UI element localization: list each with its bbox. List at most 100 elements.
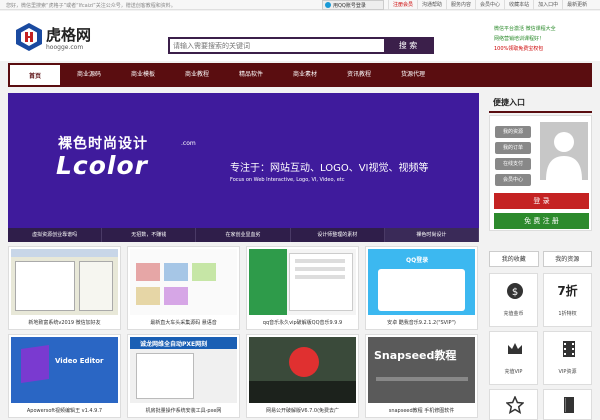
- product-thumbnail: [130, 249, 237, 315]
- promo-link-3[interactable]: 100%领取免费宝权包: [494, 44, 598, 54]
- login-button[interactable]: 登 录: [494, 193, 589, 209]
- nav-item-tutorials[interactable]: 商业教程: [170, 63, 224, 87]
- top-link-services[interactable]: 服务内容: [446, 0, 475, 10]
- sidebar-title: 便捷入口: [489, 93, 592, 113]
- banner-tab-5[interactable]: 裸色时尚设计: [384, 228, 480, 242]
- feature-recharge-vip[interactable]: 充值VIP: [489, 331, 538, 385]
- avatar: [540, 122, 588, 180]
- banner-slogan: 专注于：网站互动、LOGO、VI视觉、视频等: [230, 163, 429, 174]
- top-bar: 您好，微信里搜索“虎格子”或者“lfcaizi”关注公众号，赠送创客教程和资料。…: [0, 0, 600, 10]
- nav-item-materials[interactable]: 商业素材: [278, 63, 332, 87]
- logo-mark-icon: [16, 23, 42, 51]
- product-card[interactable]: Snapseed教程 snapseed教程 手机修图软件: [365, 334, 478, 418]
- star-icon: [506, 396, 524, 414]
- product-title[interactable]: 网易公开破解版V6.7.0(免费去广: [247, 405, 358, 417]
- banner-dotcom: .com: [181, 140, 196, 147]
- product-thumbnail: 诚龙网维全自动PXE网刻: [130, 337, 237, 403]
- banner-cn-brand: 裸色时尚设计: [58, 136, 148, 152]
- search-bar: 搜 索: [168, 37, 434, 54]
- product-grid: 新地致富系统v2019 微信加好友 最新直大车头采集源码 悬语音 qq音乐永久v…: [8, 246, 479, 420]
- product-title[interactable]: snapseed教程 手机修图软件: [366, 405, 477, 417]
- product-card[interactable]: QQ登录 安卓 酷我音乐9.2.1.2("SVIP"): [365, 246, 478, 330]
- member-center-button[interactable]: 会员中心: [495, 174, 531, 186]
- product-card[interactable]: 最新直大车头采集源码 悬语音: [127, 246, 240, 330]
- product-title[interactable]: 新地致富系统v2019 微信加好友: [9, 317, 120, 329]
- online-pay-button[interactable]: 在线支付: [495, 158, 531, 170]
- sidebar: 便捷入口 我的资源 我的订单 在线支付 会员中心 登 录 免 费 注 册 我的收…: [489, 93, 592, 420]
- product-thumbnail: [249, 249, 356, 315]
- top-link-register[interactable]: 注册会员: [388, 0, 417, 10]
- top-link-member[interactable]: 会员中心: [475, 0, 504, 10]
- nav-item-agency[interactable]: 货源代理: [386, 63, 440, 87]
- banner-tabs: 虚拟资源创业靠谱吗 无招数，不赚钱 在家创业显血劣 设计师整理的素材 裸色时尚设…: [8, 228, 480, 242]
- nav-item-software[interactable]: 精品软件: [224, 63, 278, 87]
- promo-link-2[interactable]: 网络营销培训课程好！: [494, 34, 598, 44]
- product-card[interactable]: Video Editor Apowersoft视频编辑王 v1.4.9.7: [8, 334, 121, 418]
- svg-text:$: $: [512, 287, 518, 298]
- product-thumbnail: Video Editor: [11, 337, 118, 403]
- header: 虎格网 hoogge.com 搜 索 微信平台激活 微信课程大全 网络营销培训课…: [0, 11, 600, 61]
- top-links: 注册会员 沟通帮助 服务内容 会员中心 收藏本站 加入口中 最新更新: [388, 0, 591, 10]
- banner-tab-3[interactable]: 在家创业显血劣: [196, 228, 291, 242]
- banner-subtitle: Focus on Web Interactive, Logo, VI, Vide…: [230, 177, 345, 183]
- feature-label: 充值VIP: [504, 369, 523, 375]
- top-link-join[interactable]: 加入口中: [533, 0, 562, 10]
- my-orders-button[interactable]: 我的订单: [495, 142, 531, 154]
- product-card[interactable]: 网易公开破解版V6.7.0(免费去广: [246, 334, 359, 418]
- nav-item-templates[interactable]: 商业模板: [116, 63, 170, 87]
- product-title[interactable]: Apowersoft视频编辑王 v1.4.9.7: [9, 405, 120, 417]
- product-thumbnail: Snapseed教程: [368, 337, 475, 403]
- top-link-help[interactable]: 沟通帮助: [417, 0, 446, 10]
- feature-recharge-coins[interactable]: $ 充值金币: [489, 273, 538, 327]
- feature-label: 1折特权: [558, 311, 577, 317]
- tab-my-resources[interactable]: 我的资源: [542, 251, 592, 267]
- product-thumbnail: QQ登录: [368, 249, 475, 315]
- discount-value: 7折: [557, 284, 578, 298]
- product-card[interactable]: 新地致富系统v2019 微信加好友: [8, 246, 121, 330]
- search-input[interactable]: [170, 39, 384, 52]
- logo-name: 虎格网: [46, 26, 92, 44]
- product-title[interactable]: qq音乐永久vip破解版QQ音乐9.9.9: [247, 317, 358, 329]
- my-resources-button[interactable]: 我的资源: [495, 126, 531, 138]
- qq-login-label: 用QQ账号登录: [333, 2, 366, 9]
- site-logo[interactable]: 虎格网 hoogge.com: [16, 23, 108, 55]
- product-title[interactable]: 最新直大车头采集源码 悬语音: [128, 317, 239, 329]
- banner-tab-1[interactable]: 虚拟资源创业靠谱吗: [8, 228, 103, 242]
- banner-tab-4[interactable]: 设计师整理的素材: [291, 228, 385, 242]
- promo-link-1[interactable]: 微信平台激活 微信课程大全: [494, 24, 598, 34]
- logo-domain: hoogge.com: [46, 44, 84, 51]
- nav-item-source-code[interactable]: 商业源码: [62, 63, 116, 87]
- crown-icon: [508, 343, 522, 354]
- feature-favorite[interactable]: [489, 389, 538, 420]
- qq-login-button[interactable]: 用QQ账号登录: [322, 0, 384, 10]
- product-thumb-title: QQ登录: [406, 257, 429, 264]
- feature-vip-resources[interactable]: VIP资源: [543, 331, 592, 385]
- nav-item-home[interactable]: 首页: [8, 63, 62, 87]
- banner-slide[interactable]: 裸色时尚设计 .com Lcolor 专注于：网站互动、LOGO、VI视觉、视频…: [8, 93, 479, 228]
- feature-book[interactable]: [543, 389, 592, 420]
- register-button[interactable]: 免 费 注 册: [494, 213, 589, 229]
- top-link-latest[interactable]: 最新更新: [562, 0, 591, 10]
- product-thumb-title: 诚龙网维全自动PXE网刻: [140, 341, 208, 348]
- qq-icon: [325, 2, 331, 8]
- product-card[interactable]: 诚龙网维全自动PXE网刻 机房批量操作系统安装工具-pxe网: [127, 334, 240, 418]
- main-nav: 首页 商业源码 商业模板 商业教程 精品软件 商业素材 资讯教程 货源代理: [8, 63, 592, 87]
- coin-icon: $: [507, 283, 523, 299]
- product-title[interactable]: 安卓 酷我音乐9.2.1.2("SVIP"): [366, 317, 477, 329]
- nav-item-news[interactable]: 资讯教程: [332, 63, 386, 87]
- product-thumb-title: Snapseed教程: [374, 349, 457, 362]
- feature-discount[interactable]: 7折 1折特权: [543, 273, 592, 327]
- top-link-bookmark[interactable]: 收藏本站: [504, 0, 533, 10]
- welcome-text: 您好，微信里搜索“虎格子”或者“lfcaizi”关注公众号，赠送创客教程和资料。: [6, 3, 176, 9]
- product-card[interactable]: qq音乐永久vip破解版QQ音乐9.9.9: [246, 246, 359, 330]
- feature-label: 充值金币: [503, 311, 524, 317]
- quick-entry-panel: 我的资源 我的订单 在线支付 会员中心 登 录 免 费 注 册: [489, 115, 592, 231]
- sidebar-tabs: 我的收藏 我的资源: [489, 251, 592, 267]
- book-icon: [564, 397, 574, 413]
- product-thumbnail: [11, 249, 118, 315]
- tab-my-favorites[interactable]: 我的收藏: [489, 251, 539, 267]
- banner-tab-2[interactable]: 无招数，不赚钱: [102, 228, 197, 242]
- search-button[interactable]: 搜 索: [384, 39, 432, 52]
- product-thumb-title: Video Editor: [55, 357, 104, 365]
- product-title[interactable]: 机房批量操作系统安装工具-pxe网: [128, 405, 239, 417]
